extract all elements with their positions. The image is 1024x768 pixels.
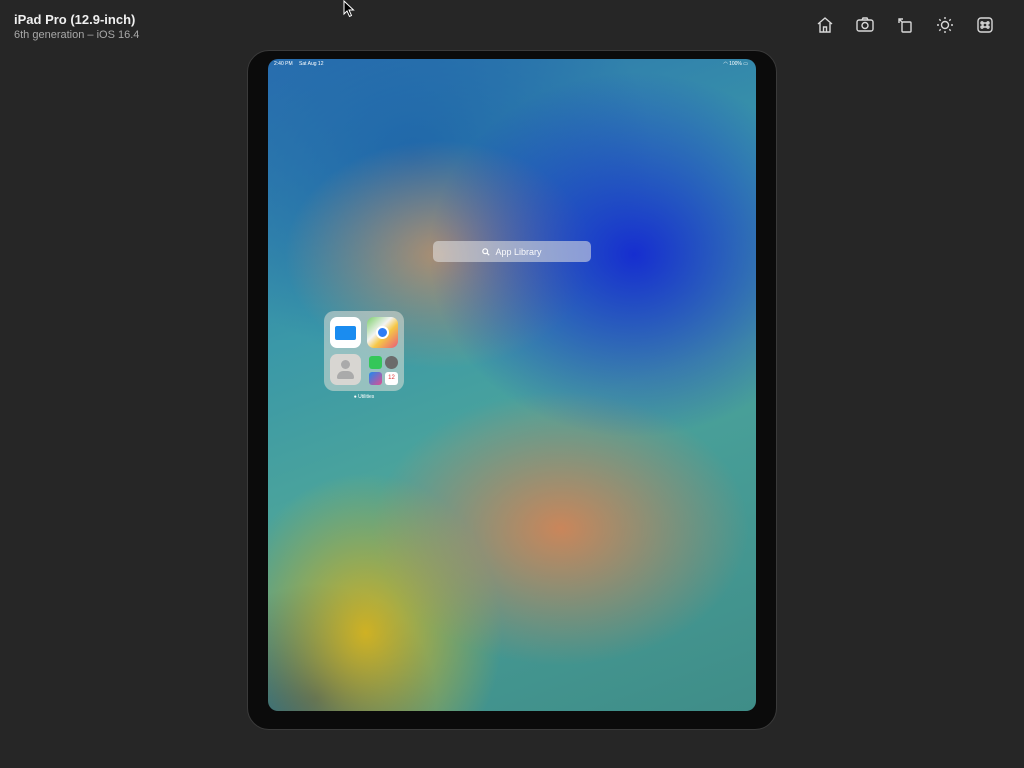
simulator-title: iPad Pro (12.9-inch) 6th generation – iO… — [14, 12, 139, 42]
status-time: 2:40 PM — [274, 61, 293, 67]
files-app-icon[interactable] — [330, 317, 361, 348]
home-button[interactable] — [812, 14, 838, 36]
calendar-app-icon[interactable]: 12 — [385, 372, 398, 385]
app-library-search[interactable]: App Library — [433, 241, 591, 262]
device-subtitle: 6th generation – iOS 16.4 — [14, 29, 140, 41]
rotate-icon — [898, 18, 912, 33]
folder-label: ● Utilities — [324, 394, 404, 400]
brightness-button[interactable] — [932, 14, 958, 36]
brightness-icon — [937, 17, 953, 33]
screenshot-button[interactable] — [852, 14, 878, 36]
maps-app-icon[interactable] — [367, 317, 398, 348]
ipad-screen[interactable]: 2:40 PM Sat Aug 12 ◠ 100% ▭ App Library … — [268, 59, 756, 711]
command-icon — [977, 17, 993, 33]
device-name: iPad Pro (12.9-inch) — [14, 12, 136, 27]
command-button[interactable] — [972, 14, 998, 36]
status-bar: 2:40 PM Sat Aug 12 ◠ 100% ▭ — [274, 61, 748, 67]
search-placeholder: App Library — [495, 246, 542, 257]
settings-app-icon[interactable] — [385, 356, 398, 369]
contacts-app-icon[interactable] — [330, 354, 361, 385]
facetime-app-icon[interactable] — [369, 356, 382, 369]
folder-label-text: Utilities — [358, 394, 375, 400]
status-battery: ◠ 100% ▭ — [723, 61, 748, 67]
home-icon — [817, 17, 833, 33]
folder-dot-icon: ● — [353, 394, 357, 400]
wifi-icon: ◠ — [723, 61, 728, 67]
rotate-button[interactable] — [892, 14, 918, 36]
mouse-cursor-icon — [343, 0, 355, 18]
battery-icon: ▭ — [743, 61, 748, 67]
app-library-folder[interactable]: 12 — [324, 311, 404, 391]
ipad-frame: 2:40 PM Sat Aug 12 ◠ 100% ▭ App Library … — [247, 50, 777, 730]
screenshot-icon — [856, 17, 874, 32]
shortcuts-app-icon[interactable] — [369, 372, 382, 385]
simulator-toolbar — [812, 14, 998, 36]
search-icon — [482, 247, 491, 256]
battery-text: 100% — [729, 61, 742, 67]
status-date: Sat Aug 12 — [299, 61, 324, 67]
